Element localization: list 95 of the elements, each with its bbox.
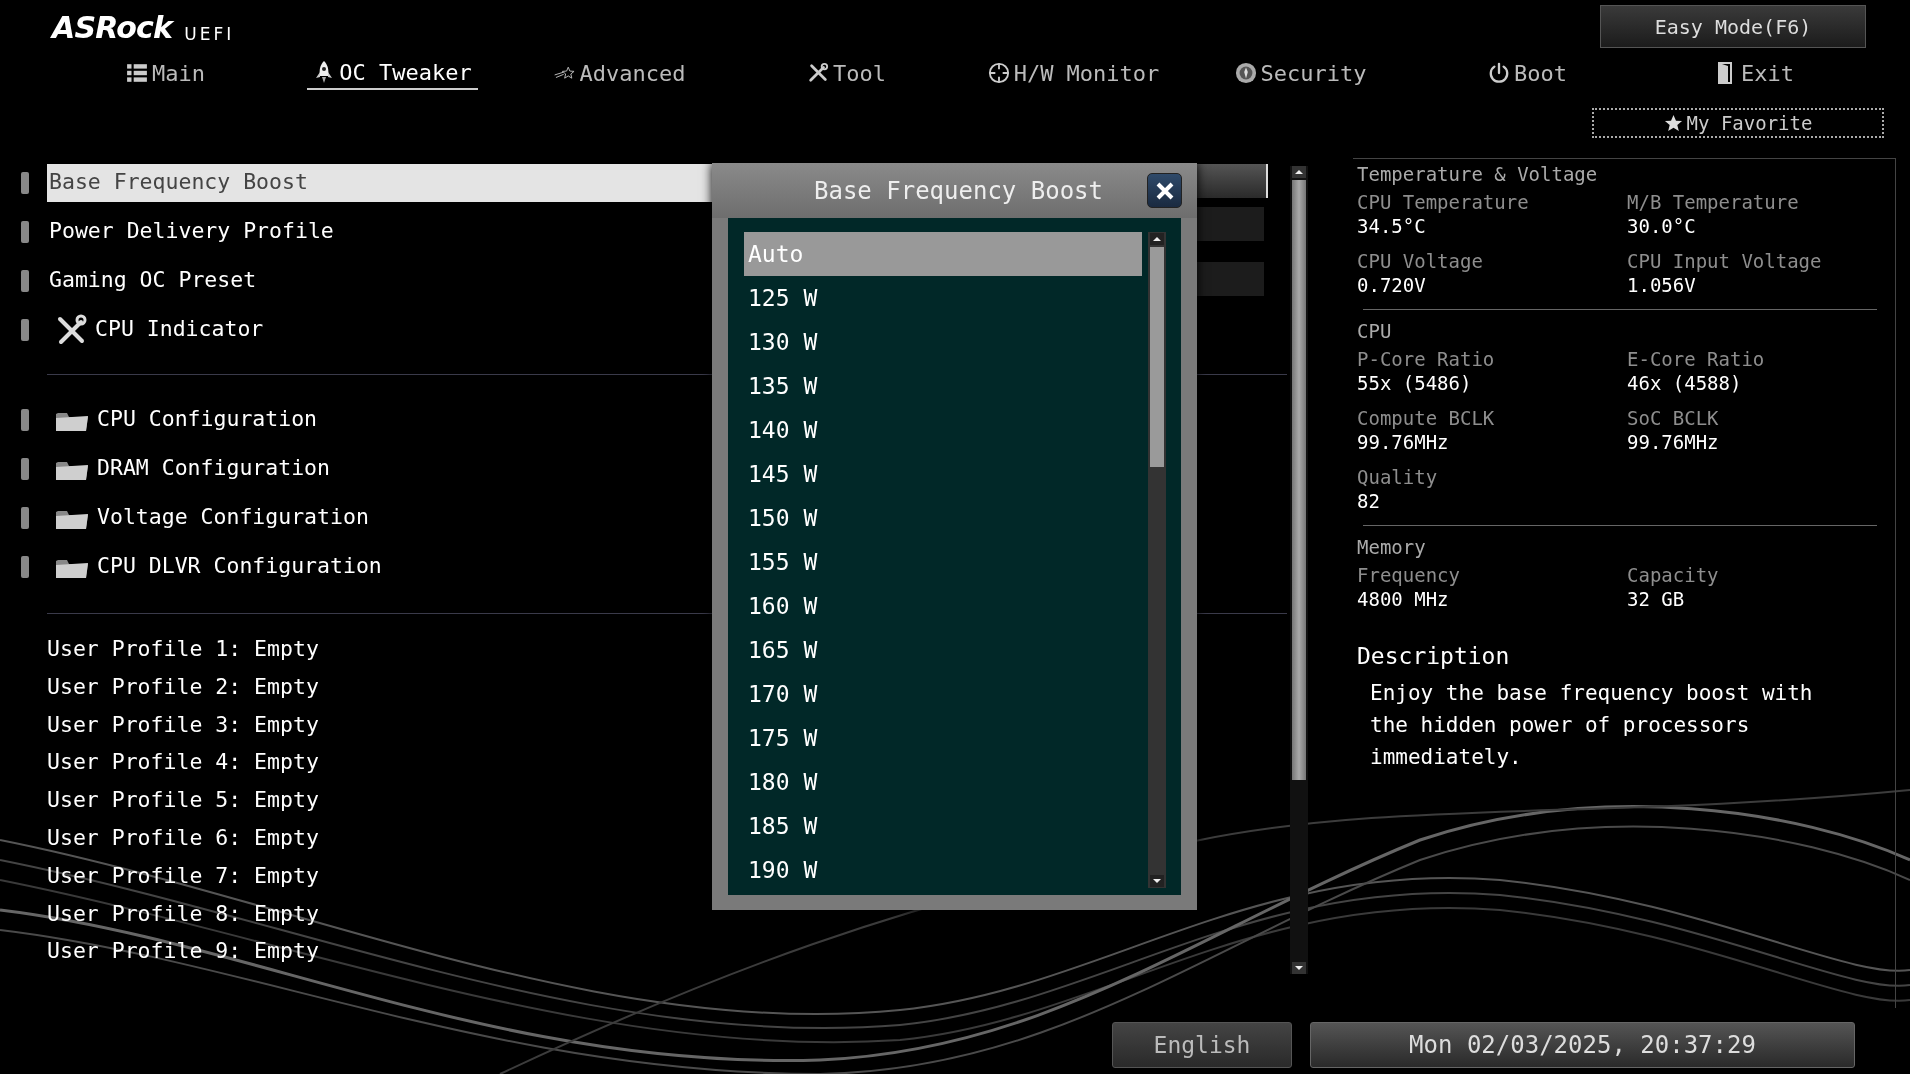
menu-tab[interactable]: Boot xyxy=(1482,56,1573,90)
tools-icon xyxy=(55,313,87,346)
row-marker xyxy=(21,220,29,243)
date-time: Mon 02/03/2025, 20:37:29 xyxy=(1310,1022,1855,1068)
option-item[interactable]: 140 W xyxy=(744,408,1142,452)
info-label: Quality xyxy=(1357,466,1439,489)
info-label: M/B Temperature xyxy=(1627,191,1800,214)
info-value: 82 xyxy=(1357,489,1381,513)
scroll-up-icon[interactable] xyxy=(1150,233,1164,245)
info-value: 99.76MHz xyxy=(1627,430,1720,454)
scroll-down-icon[interactable] xyxy=(1292,962,1306,974)
info-label: Frequency xyxy=(1357,564,1461,587)
info-value: 99.76MHz xyxy=(1357,430,1450,454)
star-icon xyxy=(1663,113,1683,133)
close-button[interactable] xyxy=(1147,173,1182,208)
option-item[interactable]: 180 W xyxy=(744,760,1142,804)
description-text: Enjoy the base frequency boost with the hidden power of processors immediately. xyxy=(1370,680,1814,771)
uefi-label: UEFI xyxy=(184,24,235,44)
row-marker xyxy=(21,555,29,578)
option-item[interactable]: 125 W xyxy=(744,276,1142,320)
info-label: SoC BCLK xyxy=(1627,407,1720,430)
profile-item[interactable]: User Profile 5: Empty xyxy=(47,781,319,819)
option-item[interactable]: 135 W xyxy=(744,364,1142,408)
setting-item[interactable]: Voltage Configuration xyxy=(47,498,727,537)
profile-item[interactable]: User Profile 1: Empty xyxy=(47,630,319,668)
scroll-thumb[interactable] xyxy=(1150,247,1164,467)
option-item[interactable]: 165 W xyxy=(744,628,1142,672)
option-item[interactable]: 175 W xyxy=(744,716,1142,760)
info-label: Compute BCLK xyxy=(1357,407,1496,430)
menu-tab[interactable]: OC Tweaker xyxy=(307,56,478,90)
close-icon xyxy=(1154,180,1175,201)
badge-icon xyxy=(1234,61,1257,85)
tools-icon xyxy=(807,61,829,85)
scroll-thumb[interactable] xyxy=(1292,180,1306,780)
section-title: CPU xyxy=(1357,319,1393,344)
row-marker xyxy=(21,408,29,431)
option-item[interactable]: 185 W xyxy=(744,804,1142,848)
brand-logo: ASRock xyxy=(52,12,173,44)
row-marker xyxy=(21,269,29,292)
info-value: 1.056V xyxy=(1627,273,1697,297)
scroll-up-icon[interactable] xyxy=(1292,166,1306,178)
info-value: 30.0°C xyxy=(1627,214,1697,238)
menu-tab[interactable]: Tool xyxy=(801,56,892,90)
scroll-down-icon[interactable] xyxy=(1150,875,1164,887)
menu-tab[interactable]: Advanced xyxy=(547,56,692,90)
info-label: P-Core Ratio xyxy=(1357,348,1496,371)
setting-item[interactable]: CPU Indicator xyxy=(47,310,727,349)
list-icon xyxy=(126,61,148,85)
info-value: 32 GB xyxy=(1627,587,1686,611)
info-label: CPU Temperature xyxy=(1357,191,1530,214)
option-item[interactable]: 190 W xyxy=(744,848,1142,892)
row-marker xyxy=(21,457,29,480)
info-label: E-Core Ratio xyxy=(1627,348,1766,371)
menu-tab[interactable]: Exit xyxy=(1709,56,1800,90)
option-item[interactable]: 130 W xyxy=(744,320,1142,364)
info-label: CPU Voltage xyxy=(1357,250,1484,273)
info-value: 0.720V xyxy=(1357,273,1427,297)
language-button[interactable]: English xyxy=(1112,1022,1292,1068)
setting-item[interactable]: CPU DLVR Configuration xyxy=(47,547,727,586)
crosshair-icon xyxy=(987,61,1010,85)
row-marker xyxy=(21,171,29,194)
profile-item[interactable]: User Profile 9: Empty xyxy=(47,932,319,971)
info-label: CPU Input Voltage xyxy=(1627,250,1823,273)
scrollbar[interactable] xyxy=(1290,166,1308,974)
info-value: 4800 MHz xyxy=(1357,587,1450,611)
profile-item[interactable]: User Profile 4: Empty xyxy=(47,743,319,782)
menu-tab[interactable]: Security xyxy=(1228,56,1373,90)
setting-item[interactable]: DRAM Configuration xyxy=(47,449,727,488)
section-title: Memory xyxy=(1357,535,1427,560)
info-label: Capacity xyxy=(1627,564,1720,587)
info-value: 55x (5486) xyxy=(1357,371,1473,395)
power-icon xyxy=(1488,61,1510,85)
menu-tab[interactable]: Main xyxy=(120,56,211,90)
description-title: Description xyxy=(1357,642,1511,671)
info-value: 34.5°C xyxy=(1357,214,1427,238)
row-marker xyxy=(21,318,29,341)
option-item[interactable]: 150 W xyxy=(744,496,1142,540)
menu-tab[interactable]: H/W Monitor xyxy=(981,56,1166,90)
profile-item[interactable]: User Profile 2: Empty xyxy=(47,667,319,706)
profile-item[interactable]: User Profile 8: Empty xyxy=(47,894,319,933)
list-scrollbar[interactable] xyxy=(1148,232,1166,888)
profile-item[interactable]: User Profile 3: Empty xyxy=(47,705,319,744)
section-title: Temperature & Voltage xyxy=(1357,162,1599,187)
my-favorite-button[interactable]: My Favorite xyxy=(1592,108,1884,138)
profile-item[interactable]: User Profile 6: Empty xyxy=(47,819,319,857)
option-item[interactable]: 160 W xyxy=(744,584,1142,628)
setting-item[interactable]: CPU Configuration xyxy=(47,400,727,439)
option-item[interactable]: 170 W xyxy=(744,672,1142,716)
easy-mode-button[interactable]: Easy Mode(F6) xyxy=(1600,5,1866,48)
dialog-title: Base Frequency Boost xyxy=(813,175,1103,207)
option-item[interactable]: 155 W xyxy=(744,540,1142,584)
row-marker xyxy=(21,506,29,529)
profile-item[interactable]: User Profile 7: Empty xyxy=(47,856,319,895)
info-value: 46x (4588) xyxy=(1627,371,1743,395)
option-item[interactable]: 145 W xyxy=(744,452,1142,496)
